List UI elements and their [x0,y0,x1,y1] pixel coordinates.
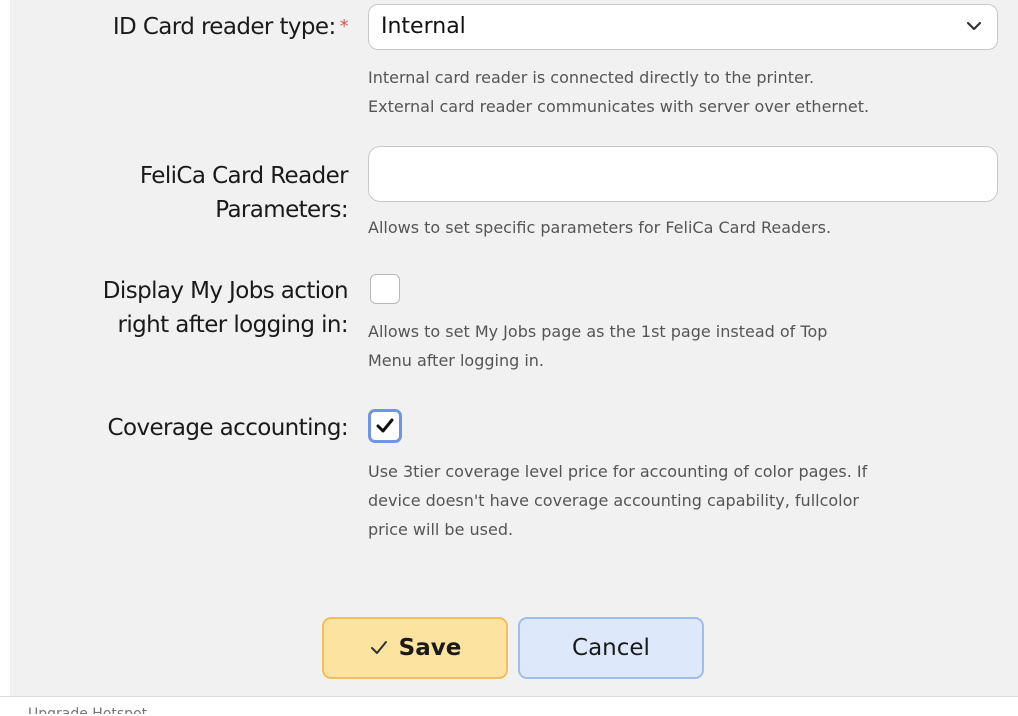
reader-type-hint-line: Internal card reader is connected direct… [368,68,815,87]
settings-panel: ID Card reader type: * Internal Internal … [10,0,1018,696]
reader-type-label-text: ID Card reader type: [112,14,336,40]
my-jobs-label-line: right after logging in: [117,312,348,338]
cancel-button[interactable]: Cancel [518,617,704,679]
coverage-label: Coverage accounting: [107,415,349,441]
cancel-button-label: Cancel [572,635,650,661]
my-jobs-hint-line: Menu after logging in. [368,351,544,370]
my-jobs-checkbox[interactable] [370,274,400,304]
check-icon [370,641,387,654]
reader-type-value: Internal [381,14,466,39]
my-jobs-label: Display My Jobs action right after loggi… [102,274,349,342]
coverage-hint-line: device doesn't have coverage accounting … [368,491,859,510]
felica-label-line: Parameters: [215,197,348,223]
coverage-hint-line: Use 3tier coverage level price for accou… [368,462,868,481]
bottom-strip: Upgrade Hotspot [0,696,1018,716]
felica-label: FeliCa Card Reader Parameters: [139,159,349,227]
felica-parameters-input[interactable] [368,146,998,202]
my-jobs-hint: Allows to set My Jobs page as the 1st pa… [368,317,988,375]
coverage-checkbox[interactable] [368,409,402,443]
my-jobs-label-line: Display My Jobs action [102,278,349,304]
coverage-hint-line: price will be used. [368,520,514,539]
required-mark: * [339,16,349,37]
chevron-down-icon [966,21,982,31]
coverage-hint: Use 3tier coverage level price for accou… [368,457,988,544]
reader-type-label: ID Card reader type: * [112,10,349,44]
reader-type-hint: Internal card reader is connected direct… [368,63,988,121]
footer-fragment: Upgrade Hotspot [28,706,148,714]
reader-type-select[interactable]: Internal [368,4,998,50]
my-jobs-hint-line: Allows to set My Jobs page as the 1st pa… [368,322,828,341]
check-icon [376,418,394,433]
reader-type-hint-line: External card reader communicates with s… [368,97,870,116]
save-button-label: Save [398,635,462,661]
save-button[interactable]: Save [322,617,508,679]
felica-label-line: FeliCa Card Reader [139,163,349,189]
felica-hint: Allows to set specific parameters for Fe… [368,218,832,237]
